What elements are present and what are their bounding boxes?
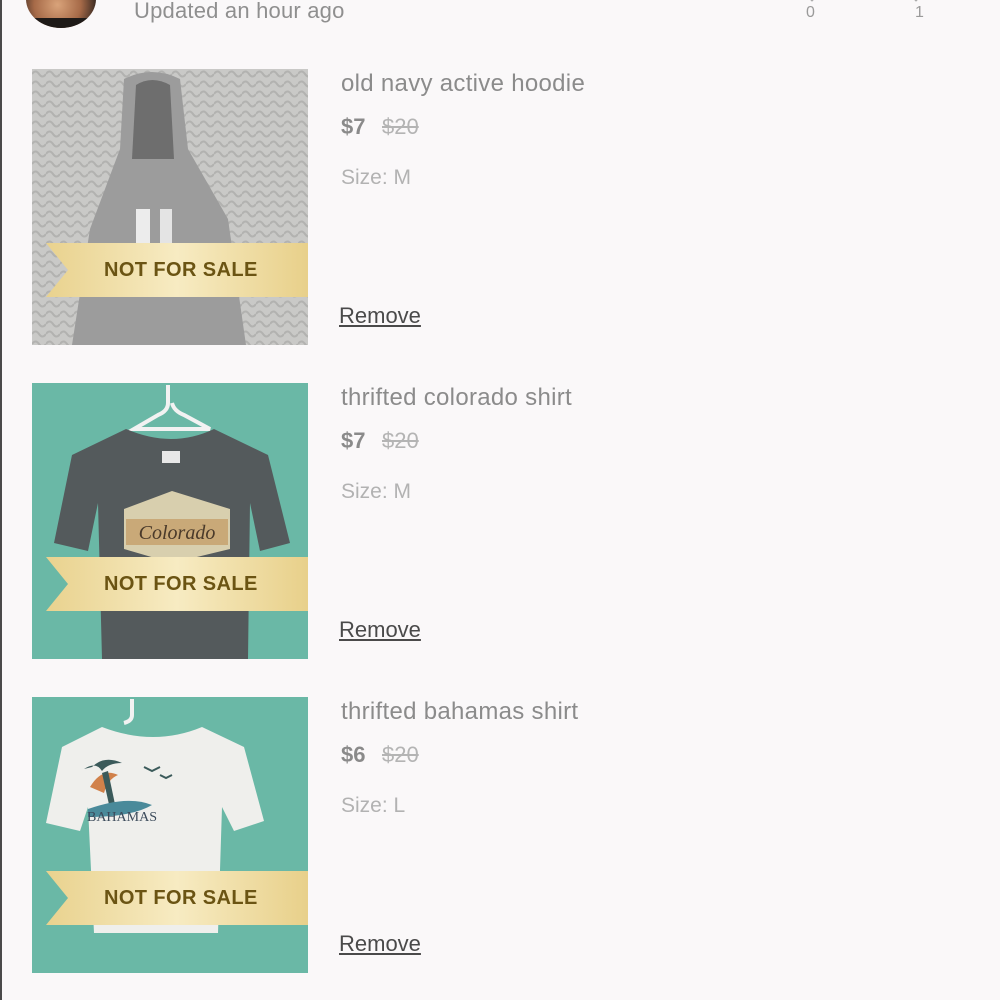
chevron-icon — [910, 0, 922, 2]
list-item: NOT FOR SALE old navy active hoodie $7 $… — [0, 69, 1000, 345]
stat-count-right: 1 — [915, 4, 924, 21]
avatar[interactable] — [26, 0, 96, 28]
item-title[interactable]: thrifted colorado shirt — [341, 384, 572, 412]
item-title[interactable]: thrifted bahamas shirt — [341, 698, 578, 726]
list-item: Colorado NOT FOR SALE thrifted colorado … — [0, 383, 1000, 659]
item-price: $7 — [341, 428, 366, 453]
item-original-price: $20 — [382, 742, 419, 767]
product-image-bahamas-shirt[interactable]: BAHAMAS NOT FOR SALE — [32, 697, 308, 973]
product-image-colorado-shirt[interactable]: Colorado NOT FOR SALE — [32, 383, 308, 659]
graphic-colorado-text: Colorado — [139, 522, 216, 544]
remove-button[interactable]: Remove — [339, 617, 421, 643]
item-size: Size: M — [341, 166, 412, 189]
item-price: $6 — [341, 742, 366, 767]
not-for-sale-ribbon: NOT FOR SALE — [46, 243, 308, 297]
item-original-price: $20 — [382, 428, 419, 453]
item-size: Size: M — [341, 480, 412, 503]
product-image-hoodie[interactable]: NOT FOR SALE — [32, 69, 308, 345]
remove-button[interactable]: Remove — [339, 931, 421, 957]
not-for-sale-ribbon: NOT FOR SALE — [46, 871, 308, 925]
item-size: Size: L — [341, 794, 406, 817]
updated-timestamp: Updated an hour ago — [134, 0, 345, 23]
ribbon-label: NOT FOR SALE — [104, 259, 258, 281]
list-item: BAHAMAS NOT FOR SALE thrifted bahamas sh… — [0, 697, 1000, 973]
remove-button[interactable]: Remove — [339, 303, 421, 329]
item-original-price: $20 — [382, 114, 419, 139]
ribbon-label: NOT FOR SALE — [104, 573, 258, 595]
stat-count-left: 0 — [806, 4, 815, 21]
item-price: $7 — [341, 114, 366, 139]
graphic-bahamas-text: BAHAMAS — [87, 810, 157, 825]
ribbon-label: NOT FOR SALE — [104, 887, 258, 909]
chevron-icon — [806, 0, 818, 2]
item-title[interactable]: old navy active hoodie — [341, 70, 585, 98]
not-for-sale-ribbon: NOT FOR SALE — [46, 557, 308, 611]
closet-header: Updated an hour ago 0 1 — [0, 0, 1000, 40]
